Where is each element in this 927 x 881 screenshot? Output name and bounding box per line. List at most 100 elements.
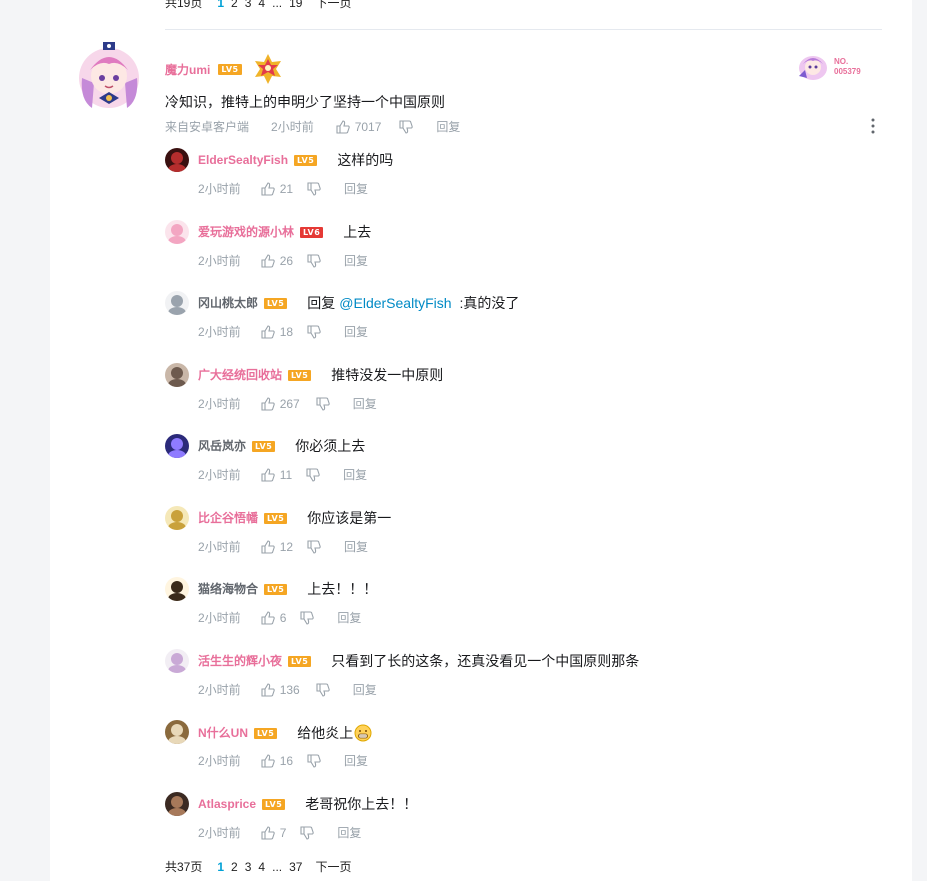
reply-header: 风岳岚亦 LV5 你必须上去: [198, 438, 365, 454]
reply-meta: 2小时前 136 回复: [198, 681, 377, 698]
reply-username[interactable]: 广大经统回收站: [198, 367, 282, 383]
reply-time: 2小时前: [198, 254, 241, 268]
reply-time: 2小时前: [198, 540, 241, 554]
reply-prefix: 回复: [307, 295, 336, 311]
reply-button[interactable]: 回复: [344, 180, 368, 197]
top-pagination: 共19页 1 2 3 4 ... 19 下一页: [165, 0, 352, 11]
pager-next[interactable]: 下一页: [315, 0, 351, 11]
pager-page-1[interactable]: 1: [217, 860, 224, 874]
pager-page-2[interactable]: 2: [231, 0, 238, 10]
pager-page-3[interactable]: 3: [245, 860, 252, 874]
reply-avatar[interactable]: [165, 792, 189, 816]
like-button[interactable]: 7: [261, 825, 287, 840]
like-button[interactable]: 11: [261, 468, 292, 482]
pager-page-1[interactable]: 1: [217, 0, 224, 10]
dislike-button[interactable]: [316, 682, 335, 697]
reply-avatar[interactable]: [165, 363, 189, 387]
like-button[interactable]: 6: [261, 611, 286, 625]
reply-button[interactable]: 回复: [344, 752, 368, 769]
reply-item: 广大经统回收站 LV5 推特没发一中原则 2小时前 267 回复: [165, 363, 865, 423]
reply-meta: 2小时前 7 回复: [198, 824, 361, 841]
reply-button[interactable]: 回复: [344, 252, 368, 269]
reply-header: 比企谷悟幡 LV5 你应该是第一: [198, 510, 391, 526]
reply-avatar[interactable]: [165, 220, 189, 244]
main-comment-text: 冷知识，推特上的申明少了坚持一个中国原则: [165, 94, 445, 110]
pager-last-page[interactable]: 19: [289, 0, 302, 10]
pager-page-3[interactable]: 3: [245, 0, 252, 10]
dislike-button[interactable]: [307, 181, 326, 196]
reply-username[interactable]: Atlasprice: [198, 796, 256, 812]
like-count: 267: [279, 396, 300, 411]
dislike-button[interactable]: [306, 467, 325, 482]
dislike-button[interactable]: [316, 396, 335, 411]
reply-button[interactable]: 回复: [344, 538, 368, 555]
reply-meta: 2小时前 267 回复: [198, 395, 377, 412]
reply-avatar[interactable]: [165, 148, 189, 172]
dislike-button[interactable]: [300, 825, 319, 840]
level-badge: LV5: [252, 440, 276, 452]
pager-page-2[interactable]: 2: [231, 860, 238, 874]
like-button[interactable]: 26: [261, 254, 293, 268]
dislike-button[interactable]: [307, 324, 326, 339]
dislike-button[interactable]: [307, 753, 326, 768]
mention-link[interactable]: @ElderSealtyFish: [339, 295, 451, 311]
reply-button[interactable]: 回复: [436, 118, 460, 135]
like-count: 7: [279, 825, 287, 840]
reply-avatar[interactable]: [165, 291, 189, 315]
pager-page-4[interactable]: 4: [258, 860, 265, 874]
main-commenter-avatar[interactable]: [72, 38, 147, 113]
reply-item: 爱玩游戏的源小林 LV6 上去 2小时前 26 回复: [165, 220, 865, 280]
level-badge: LV5: [254, 727, 278, 739]
reply-username[interactable]: 比企谷悟幡: [198, 510, 258, 526]
reply-button[interactable]: 回复: [344, 323, 368, 340]
reply-button[interactable]: 回复: [353, 395, 377, 412]
pager-last-page[interactable]: 37: [289, 860, 302, 874]
like-button[interactable]: 267: [261, 397, 300, 411]
like-button[interactable]: 12: [261, 540, 293, 554]
reply-username[interactable]: 爱玩游戏的源小林: [198, 224, 294, 240]
reply-username[interactable]: 风岳岚亦: [198, 438, 246, 454]
main-username[interactable]: 魔力umi: [165, 61, 210, 78]
more-options-icon[interactable]: [870, 117, 876, 135]
fan-badge-number: NO. 005379: [834, 57, 861, 76]
reply-button[interactable]: 回复: [353, 681, 377, 698]
like-button[interactable]: 21: [261, 182, 293, 196]
pager-next[interactable]: 下一页: [315, 858, 351, 875]
reply-button[interactable]: 回复: [343, 466, 367, 483]
reply-avatar[interactable]: [165, 506, 189, 530]
like-button[interactable]: 18: [261, 325, 293, 339]
level-badge: LV5: [288, 369, 312, 381]
reply-item: 猫络海物合 LV5 上去！！！ 2小时前 6 回复: [165, 577, 865, 637]
thumb-up-icon: [261, 753, 275, 768]
reply-header: 爱玩游戏的源小林 LV6 上去: [198, 224, 371, 240]
thumb-down-icon: [306, 467, 320, 482]
reply-avatar[interactable]: [165, 577, 189, 601]
like-button[interactable]: 7017: [336, 120, 381, 134]
comment-time: 2小时前: [271, 120, 314, 134]
dislike-button[interactable]: [307, 539, 326, 554]
reply-username[interactable]: ElderSealtyFish: [198, 152, 288, 168]
level-badge: LV5: [262, 798, 286, 810]
like-button[interactable]: 136: [261, 683, 300, 697]
dislike-button[interactable]: [307, 253, 326, 268]
reply-item: 风岳岚亦 LV5 你必须上去 2小时前 11 回复: [165, 434, 865, 494]
dislike-button[interactable]: [399, 119, 418, 134]
reply-username[interactable]: 冈山桃太郎: [198, 295, 258, 311]
reply-header: Atlasprice LV5 老哥祝你上去！！: [198, 796, 417, 812]
reply-avatar[interactable]: [165, 649, 189, 673]
reply-username[interactable]: 活生生的辉小夜: [198, 653, 282, 669]
reply-button[interactable]: 回复: [337, 609, 361, 626]
reply-header: 广大经统回收站 LV5 推特没发一中原则: [198, 367, 443, 383]
thumb-down-icon: [300, 825, 315, 840]
reply-avatar[interactable]: [165, 720, 189, 744]
reply-username[interactable]: N什么UN: [198, 725, 248, 741]
reply-username[interactable]: 猫络海物合: [198, 581, 258, 597]
thumb-down-icon: [307, 253, 321, 268]
like-button[interactable]: 16: [261, 754, 293, 768]
thumb-up-icon: [261, 825, 275, 840]
thumb-up-icon: [261, 682, 275, 697]
reply-avatar[interactable]: [165, 434, 189, 458]
pager-page-4[interactable]: 4: [258, 0, 265, 10]
reply-button[interactable]: 回复: [337, 824, 361, 841]
dislike-button[interactable]: [300, 610, 319, 625]
